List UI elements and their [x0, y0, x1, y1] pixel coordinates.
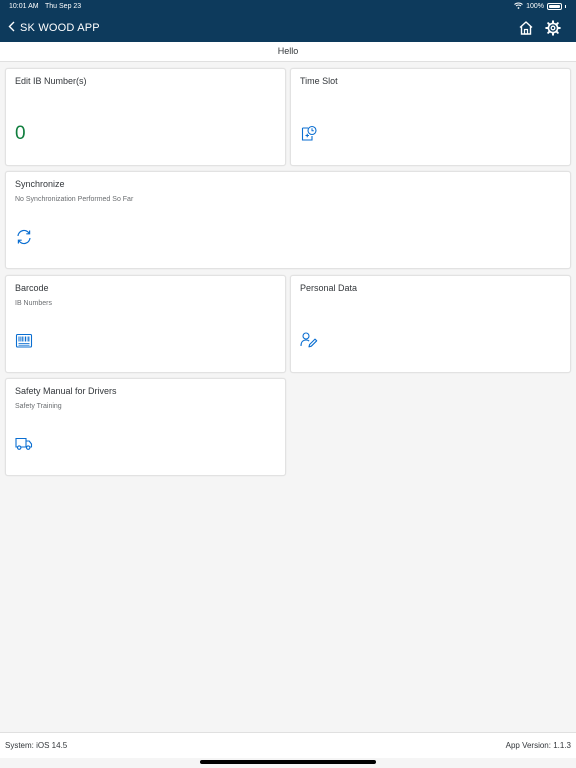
tile-subtitle: Safety Training — [15, 403, 62, 410]
home-icon[interactable] — [517, 19, 535, 37]
tile-personal-data[interactable]: Personal Data — [290, 275, 571, 373]
app-version: App Version: 1.1.3 — [505, 741, 571, 750]
chevron-left-icon — [8, 19, 15, 37]
tile-safety-manual[interactable]: Safety Manual for Drivers Safety Trainin… — [5, 378, 286, 476]
tile-title: Time Slot — [300, 76, 338, 86]
footer: System: iOS 14.5 App Version: 1.1.3 — [0, 732, 576, 758]
tile-title: Edit IB Number(s) — [15, 76, 87, 86]
tile-title: Safety Manual for Drivers — [15, 386, 117, 396]
tile-barcode[interactable]: Barcode IB Numbers — [5, 275, 286, 373]
tile-title: Barcode — [15, 283, 49, 293]
status-bar: 10:01 AM Thu Sep 23 100% — [0, 0, 576, 14]
tile-time-slot[interactable]: Time Slot — [290, 68, 571, 166]
battery-percent: 100% — [526, 3, 544, 10]
shell-header: 10:01 AM Thu Sep 23 100% SK WOOD APP — [0, 0, 576, 42]
tile-subtitle: No Synchronization Performed So Far — [15, 196, 134, 203]
status-date: Thu Sep 23 — [45, 3, 82, 10]
status-indicators: 100% — [514, 2, 566, 11]
tile-synchronize[interactable]: Synchronize No Synchronization Performed… — [5, 171, 571, 269]
appointment-icon — [300, 124, 318, 142]
back-button[interactable]: SK WOOD APP — [8, 19, 100, 37]
status-time: 10:01 AM — [9, 3, 39, 10]
sync-icon — [15, 228, 33, 246]
edit-person-icon — [300, 331, 318, 349]
tile-subtitle: IB Numbers — [15, 300, 52, 307]
truck-icon — [15, 434, 33, 452]
home-indicator[interactable] — [200, 760, 376, 764]
gear-icon[interactable] — [544, 19, 562, 37]
tile-kpi-value: 0 — [15, 123, 26, 144]
wifi-icon — [514, 2, 523, 11]
greeting-bar: Hello — [0, 42, 576, 62]
tile-edit-ib-numbers[interactable]: Edit IB Number(s) 0 — [5, 68, 286, 166]
greeting-text: Hello — [277, 46, 299, 56]
tile-title: Synchronize — [15, 179, 65, 189]
battery-icon — [547, 3, 562, 10]
barcode-icon — [15, 332, 33, 350]
system-info: System: iOS 14.5 — [5, 741, 68, 750]
app-title: SK WOOD APP — [20, 22, 100, 34]
tile-title: Personal Data — [300, 283, 358, 293]
